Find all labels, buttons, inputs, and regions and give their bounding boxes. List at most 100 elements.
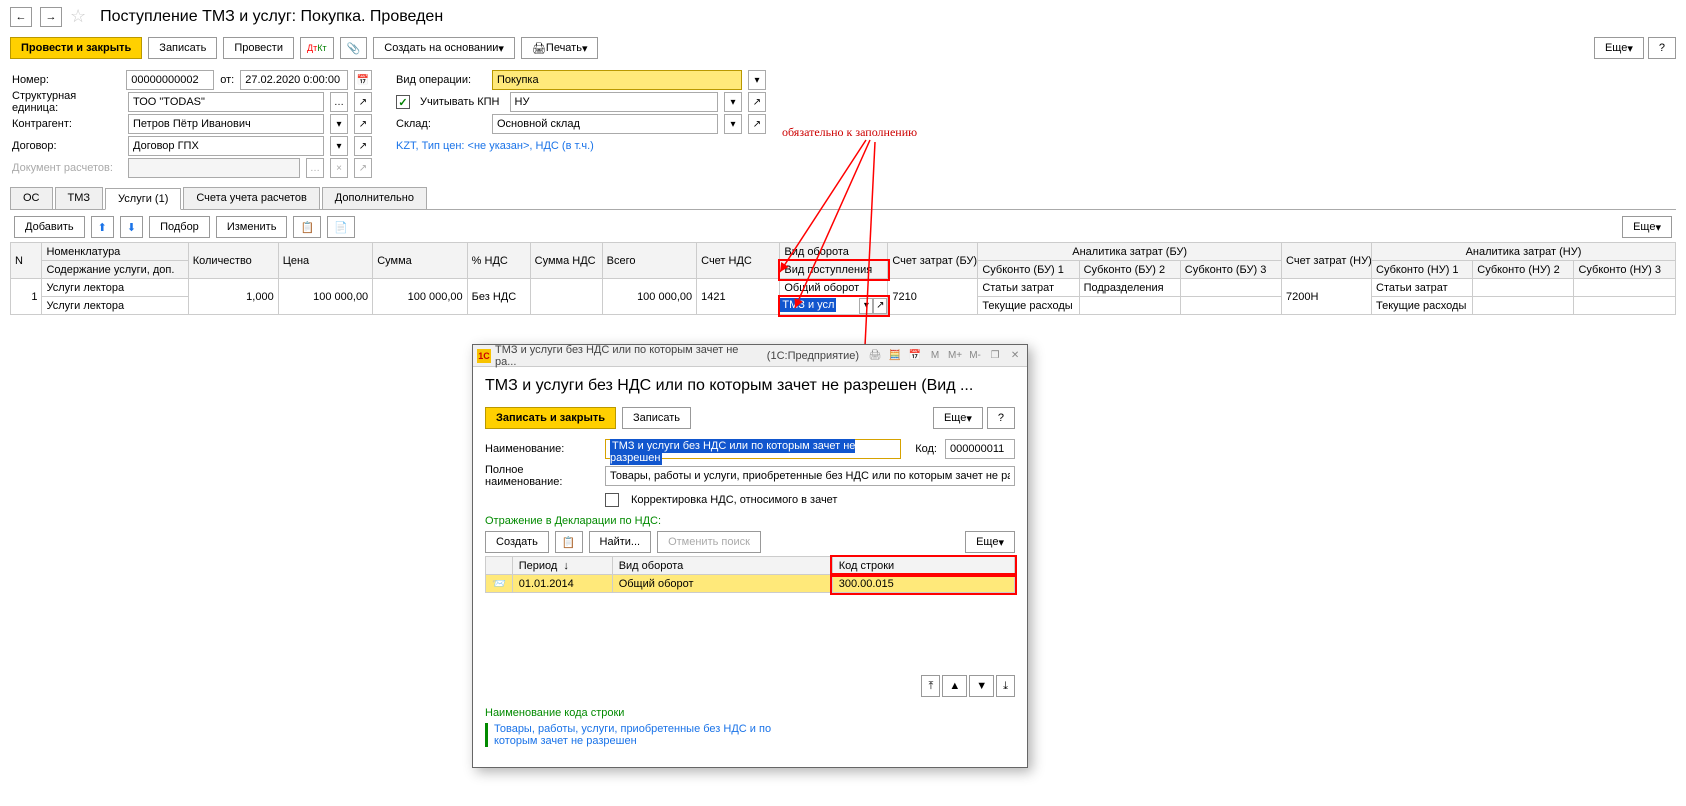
modal-close-icon[interactable]: ✕ xyxy=(1007,348,1023,364)
table-more-button[interactable]: Еще ▾ xyxy=(1622,216,1672,238)
decl-find-button[interactable]: Найти... xyxy=(589,531,652,553)
counterparty-input[interactable] xyxy=(128,114,324,134)
decl-col-period[interactable]: Период ↓ xyxy=(512,557,612,575)
modal-write-button[interactable]: Записать xyxy=(622,407,691,429)
currency-note-link[interactable]: KZT, Тип цен: <не указан>, НДС (в т.ч.) xyxy=(396,140,594,152)
back-button[interactable]: ← xyxy=(10,7,32,27)
income-type-cell[interactable]: ТМЗ и усл ▾↗ xyxy=(780,297,888,315)
modal-restore-icon[interactable]: ❐ xyxy=(987,348,1003,364)
tab-tmz[interactable]: ТМЗ xyxy=(55,187,104,209)
col-cost-acc-bu[interactable]: Счет затрат (БУ) xyxy=(888,243,978,279)
col-vat-sum[interactable]: Сумма НДС xyxy=(530,243,602,279)
col-sub-bu2[interactable]: Субконто (БУ) 2 xyxy=(1079,261,1180,279)
table-row[interactable]: 1 Услуги лектора 1,000 100 000,00 100 00… xyxy=(11,279,1676,297)
modal-print-icon[interactable]: 🖨 xyxy=(867,348,883,364)
org-open-icon[interactable]: ↗ xyxy=(354,92,372,112)
contract-dd-icon[interactable]: ▾ xyxy=(330,136,348,156)
help-button[interactable]: ? xyxy=(1648,37,1676,59)
decl-col-turnover[interactable]: Вид оборота xyxy=(612,557,832,575)
col-income-type[interactable]: Вид поступления xyxy=(780,261,888,279)
col-n[interactable]: N xyxy=(11,243,42,279)
col-sub-bu1[interactable]: Субконто (БУ) 1 xyxy=(978,261,1079,279)
number-input[interactable] xyxy=(126,70,214,90)
income-type-open-icon[interactable]: ↗ xyxy=(873,298,887,314)
paste-icon[interactable]: 📄 xyxy=(327,216,355,238)
warehouse-input[interactable] xyxy=(492,114,718,134)
contract-open-icon[interactable]: ↗ xyxy=(354,136,372,156)
income-type-dd-icon[interactable]: ▾ xyxy=(859,298,873,314)
col-sub-bu3[interactable]: Субконто (БУ) 3 xyxy=(1180,261,1281,279)
kpn-input[interactable] xyxy=(510,92,719,112)
move-down-icon[interactable]: ⬇ xyxy=(120,216,143,238)
star-icon[interactable]: ☆ xyxy=(70,6,86,27)
decl-col-line-code[interactable]: Код строки xyxy=(832,557,1014,575)
tab-os[interactable]: ОС xyxy=(10,187,53,209)
counterparty-dd-icon[interactable]: ▾ xyxy=(330,114,348,134)
modal-titlebar[interactable]: 1С ТМЗ и услуги без НДС или по которым з… xyxy=(473,345,1027,367)
change-button[interactable]: Изменить xyxy=(216,216,288,238)
calendar-icon[interactable]: 📅 xyxy=(354,70,372,90)
op-type-input[interactable] xyxy=(492,70,742,90)
tab-services[interactable]: Услуги (1) xyxy=(105,188,181,210)
kpn-open-icon[interactable]: ↗ xyxy=(748,92,766,112)
decl-nav-last-icon[interactable]: ⤓ xyxy=(996,675,1015,697)
col-price[interactable]: Цена xyxy=(278,243,372,279)
decl-more-button[interactable]: Еще ▾ xyxy=(965,531,1015,553)
copy-icon[interactable]: 📋 xyxy=(293,216,321,238)
move-up-icon[interactable]: ⬆ xyxy=(91,216,114,238)
op-type-dd-icon[interactable]: ▾ xyxy=(748,70,766,90)
contract-input[interactable] xyxy=(128,136,324,156)
col-qty[interactable]: Количество xyxy=(188,243,278,279)
modal-calc-icon[interactable]: 🧮 xyxy=(887,348,903,364)
decl-row[interactable]: 📨 01.01.2014 Общий оборот 300.00.015 xyxy=(486,575,1015,593)
kpn-checkbox[interactable] xyxy=(396,95,410,109)
modal-fullname-input[interactable] xyxy=(605,466,1015,486)
print-button[interactable]: 🖨 Печать ▾ xyxy=(521,37,599,59)
tab-extra[interactable]: Дополнительно xyxy=(322,187,427,209)
decl-nav-up-icon[interactable]: ▲ xyxy=(942,675,967,697)
org-pick-icon[interactable]: … xyxy=(330,92,348,112)
kpn-dd-icon[interactable]: ▾ xyxy=(724,92,742,112)
decl-create-button[interactable]: Создать xyxy=(485,531,549,553)
warehouse-open-icon[interactable]: ↗ xyxy=(748,114,766,134)
col-vat-pct[interactable]: % НДС xyxy=(467,243,530,279)
pick-button[interactable]: Подбор xyxy=(149,216,210,238)
warehouse-dd-icon[interactable]: ▾ xyxy=(724,114,742,134)
decl-nav-first-icon[interactable]: ⤒ xyxy=(921,675,940,697)
org-input[interactable] xyxy=(128,92,324,112)
decl-nav-down-icon[interactable]: ▼ xyxy=(969,675,994,697)
col-cost-acc-nu[interactable]: Счет затрат (НУ) xyxy=(1282,243,1372,279)
decl-col-icon[interactable] xyxy=(486,557,513,575)
col-sub-nu3[interactable]: Субконто (НУ) 3 xyxy=(1574,261,1676,279)
post-button[interactable]: Провести xyxy=(223,37,294,59)
create-based-button[interactable]: Создать на основании ▾ xyxy=(373,37,515,59)
col-nomen2[interactable]: Содержание услуги, доп. xyxy=(42,261,188,279)
dt-kt-icon[interactable]: ДтКт xyxy=(300,37,334,59)
date-input[interactable] xyxy=(240,70,348,90)
modal-name-input[interactable]: ТМЗ и услуги без НДС или по которым заче… xyxy=(605,439,901,459)
col-total[interactable]: Всего xyxy=(602,243,696,279)
tab-accounts[interactable]: Счета учета расчетов xyxy=(183,187,319,209)
col-nomen[interactable]: Номенклатура xyxy=(42,243,188,261)
forward-button[interactable]: → xyxy=(40,7,62,27)
col-sub-nu1[interactable]: Субконто (НУ) 1 xyxy=(1372,261,1473,279)
col-sub-nu2[interactable]: Субконто (НУ) 2 xyxy=(1473,261,1574,279)
vat-correction-checkbox[interactable] xyxy=(605,493,619,507)
modal-more-button[interactable]: Еще ▾ xyxy=(933,407,983,429)
modal-cal-icon[interactable]: 📅 xyxy=(907,348,923,364)
modal-write-close-button[interactable]: Записать и закрыть xyxy=(485,407,616,429)
modal-help-button[interactable]: ? xyxy=(987,407,1015,429)
col-analytics-nu[interactable]: Аналитика затрат (НУ) xyxy=(1372,243,1676,261)
more-button[interactable]: Еще ▾ xyxy=(1594,37,1644,59)
add-row-button[interactable]: Добавить xyxy=(14,216,85,238)
write-button[interactable]: Записать xyxy=(148,37,217,59)
col-turnover[interactable]: Вид оборота xyxy=(780,243,888,261)
counterparty-open-icon[interactable]: ↗ xyxy=(354,114,372,134)
col-analytics-bu[interactable]: Аналитика затрат (БУ) xyxy=(978,243,1282,261)
decl-copy-icon[interactable]: 📋 xyxy=(555,531,583,553)
modal-code-input[interactable] xyxy=(945,439,1015,459)
col-vat-acc[interactable]: Счет НДС xyxy=(697,243,780,279)
post-and-close-button[interactable]: Провести и закрыть xyxy=(10,37,142,59)
col-sum[interactable]: Сумма xyxy=(373,243,467,279)
attachments-icon[interactable]: 📎 xyxy=(340,37,368,59)
